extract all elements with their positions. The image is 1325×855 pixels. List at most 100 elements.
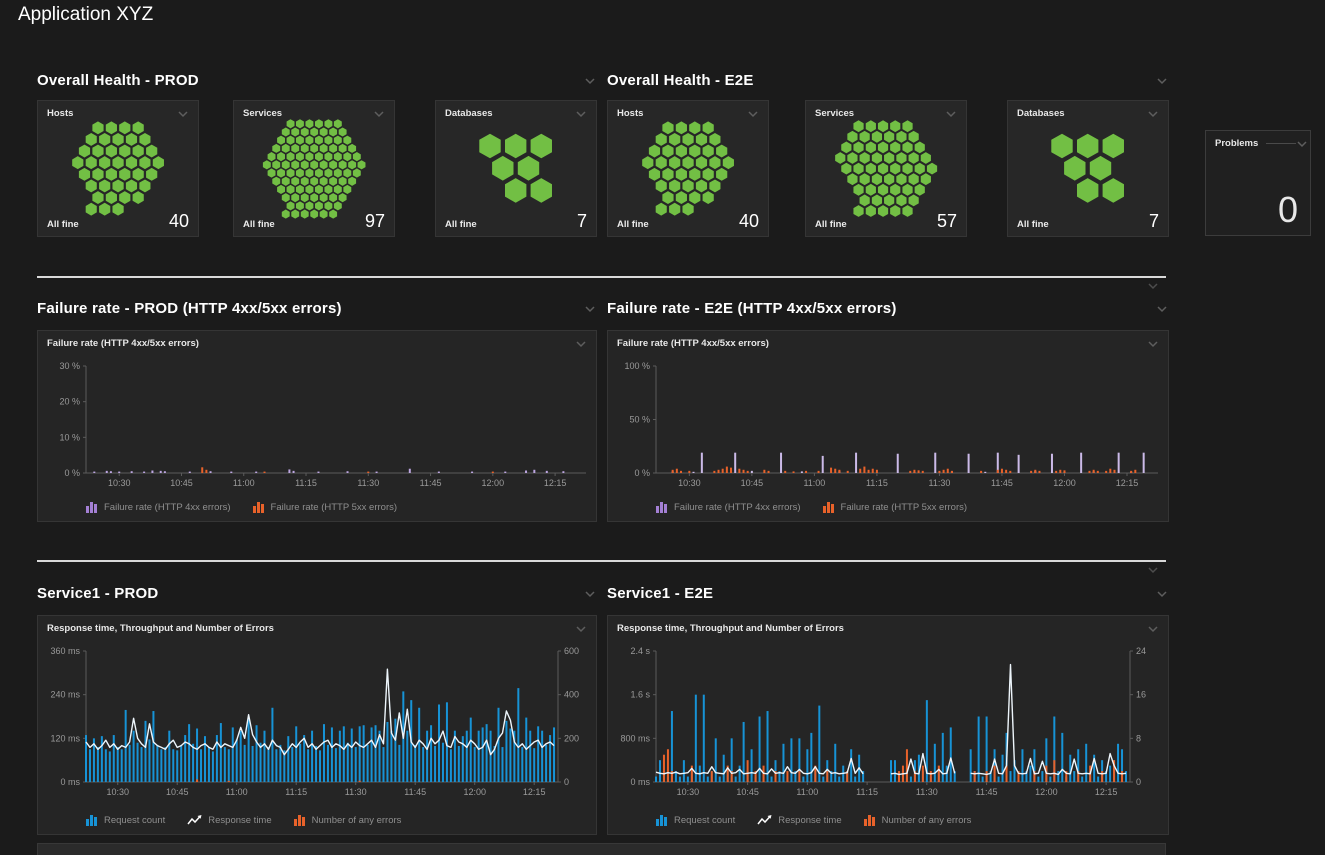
svg-text:0 ms: 0 ms [630, 777, 650, 787]
chevron-down-icon[interactable] [583, 588, 597, 600]
tile-title: Hosts [47, 108, 73, 119]
problems-sparkline [1266, 143, 1296, 144]
section-divider [37, 560, 1166, 562]
legend-item: Failure rate (HTTP 4xx errors) [656, 501, 801, 513]
problems-tile[interactable]: Problems 0 [1205, 130, 1311, 236]
health-tile-databases-prod[interactable]: Databases All fine 7 [435, 100, 597, 237]
service1-e2e-tile[interactable]: Response time, Throughput and Number of … [607, 615, 1169, 835]
honeycomb-chart[interactable] [640, 120, 736, 217]
bar-series-icon [864, 814, 877, 826]
legend-item: Failure rate (HTTP 5xx errors) [253, 501, 398, 513]
chevron-down-icon[interactable] [1296, 138, 1308, 150]
svg-text:0 %: 0 % [634, 468, 650, 478]
svg-text:11:15: 11:15 [295, 478, 317, 488]
failure-rate-prod-tile[interactable]: Failure rate (HTTP 4xx/5xx errors) 0 % 10… [37, 330, 597, 522]
section-title: Overall Health - E2E [607, 72, 754, 89]
svg-text:10:30: 10:30 [678, 478, 701, 488]
chevron-down-icon[interactable] [1146, 564, 1160, 576]
section-header-failure-e2e: Failure rate - E2E (HTTP 4xx/5xx errors) [607, 300, 1169, 317]
chevron-down-icon[interactable] [583, 303, 597, 315]
chart-title: Failure rate (HTTP 4xx/5xx errors) [47, 338, 199, 349]
svg-text:11:30: 11:30 [916, 787, 938, 797]
svg-text:11:00: 11:00 [226, 787, 248, 797]
service-metrics-chart[interactable]: 0 ms120 ms240 ms360 ms020040060010:3010:… [38, 642, 596, 802]
svg-text:11:45: 11:45 [991, 478, 1013, 488]
svg-text:11:30: 11:30 [928, 478, 950, 488]
health-tile-databases-e2e[interactable]: Databases All fine 7 [1007, 100, 1169, 237]
status-text: All fine [47, 219, 79, 230]
svg-text:10:30: 10:30 [106, 787, 129, 797]
legend-label: Failure rate (HTTP 5xx errors) [841, 502, 968, 513]
chevron-down-icon[interactable] [1155, 588, 1169, 600]
svg-text:12:00: 12:00 [1035, 787, 1058, 797]
chevron-down-icon[interactable] [574, 623, 588, 635]
svg-text:2.4 s: 2.4 s [630, 646, 650, 656]
svg-text:600: 600 [564, 646, 579, 656]
service1-prod-tile[interactable]: Response time, Throughput and Number of … [37, 615, 597, 835]
honeycomb-chart[interactable] [70, 120, 166, 217]
section-header-overall-health-prod: Overall Health - PROD [37, 72, 597, 89]
bar-series-icon [656, 501, 669, 513]
svg-text:360 ms: 360 ms [50, 646, 80, 656]
chevron-down-icon[interactable] [574, 338, 588, 350]
bar-series-icon [86, 501, 99, 513]
chevron-down-icon[interactable] [1155, 303, 1169, 315]
health-tile-services-prod[interactable]: Services All fine 97 [233, 100, 395, 237]
section-header-service1-prod: Service1 - PROD [37, 585, 597, 602]
legend-item: Failure rate (HTTP 5xx errors) [823, 501, 968, 513]
svg-text:11:15: 11:15 [285, 787, 307, 797]
svg-text:11:45: 11:45 [976, 787, 998, 797]
svg-text:11:30: 11:30 [345, 787, 367, 797]
chevron-down-icon[interactable] [1155, 75, 1169, 87]
svg-text:100 %: 100 % [624, 361, 650, 371]
legend-label: Request count [104, 815, 165, 826]
honeycomb-chart[interactable] [833, 119, 939, 218]
svg-text:10 %: 10 % [59, 432, 80, 442]
svg-text:12:00: 12:00 [463, 787, 486, 797]
service-metrics-chart[interactable]: 0 ms800 ms1.6 s2.4 s08162410:3010:4511:0… [608, 642, 1168, 802]
svg-text:10:45: 10:45 [170, 478, 193, 488]
chevron-down-icon[interactable] [1146, 338, 1160, 350]
health-tile-hosts-e2e[interactable]: Hosts All fine 40 [607, 100, 769, 237]
honeycomb-chart[interactable] [261, 118, 367, 220]
svg-text:50 %: 50 % [629, 415, 650, 425]
legend-label: Response time [208, 815, 271, 826]
bar-series-icon [823, 501, 836, 513]
svg-text:12:15: 12:15 [1116, 478, 1139, 488]
entity-count: 7 [1149, 212, 1159, 230]
failure-rate-chart[interactable]: 0 %10 %20 %30 %10:3010:4511:0011:1511:30… [38, 357, 596, 493]
line-series-icon [757, 814, 773, 826]
svg-text:12:00: 12:00 [482, 478, 505, 488]
legend-item: Number of any errors [294, 814, 402, 826]
section-title: Service1 - PROD [37, 585, 158, 602]
svg-text:0 %: 0 % [64, 468, 80, 478]
svg-text:30 %: 30 % [59, 361, 80, 371]
chevron-down-icon[interactable] [1146, 623, 1160, 635]
bar-series-icon [656, 814, 669, 826]
entity-count: 7 [577, 212, 587, 230]
next-row-peek [37, 843, 1166, 855]
health-tile-services-e2e[interactable]: Services All fine 57 [805, 100, 967, 237]
failure-rate-chart[interactable]: 0 %50 %100 %10:3010:4511:0011:1511:3011:… [608, 357, 1168, 493]
section-title: Overall Health - PROD [37, 72, 199, 89]
svg-text:400: 400 [564, 690, 579, 700]
svg-text:10:30: 10:30 [108, 478, 131, 488]
health-tile-hosts-prod[interactable]: Hosts All fine 40 [37, 100, 199, 237]
section-title: Failure rate - PROD (HTTP 4xx/5xx errors… [37, 300, 342, 317]
chevron-down-icon[interactable] [1146, 280, 1160, 292]
chevron-down-icon[interactable] [583, 75, 597, 87]
legend-label: Failure rate (HTTP 4xx errors) [674, 502, 801, 513]
bar-series-icon [253, 501, 266, 513]
svg-text:12:15: 12:15 [1095, 787, 1118, 797]
entity-count: 97 [365, 212, 385, 230]
chart-legend: Failure rate (HTTP 4xx errors) Failure r… [86, 501, 397, 513]
svg-text:0: 0 [564, 777, 569, 787]
tile-title: Databases [1017, 108, 1065, 119]
svg-text:16: 16 [1136, 690, 1146, 700]
svg-text:11:30: 11:30 [357, 478, 379, 488]
tile-title: Databases [445, 108, 493, 119]
svg-text:10:45: 10:45 [166, 787, 189, 797]
honeycomb-chart[interactable] [1048, 132, 1127, 204]
honeycomb-chart[interactable] [476, 132, 555, 204]
failure-rate-e2e-tile[interactable]: Failure rate (HTTP 4xx/5xx errors) 0 %50… [607, 330, 1169, 522]
